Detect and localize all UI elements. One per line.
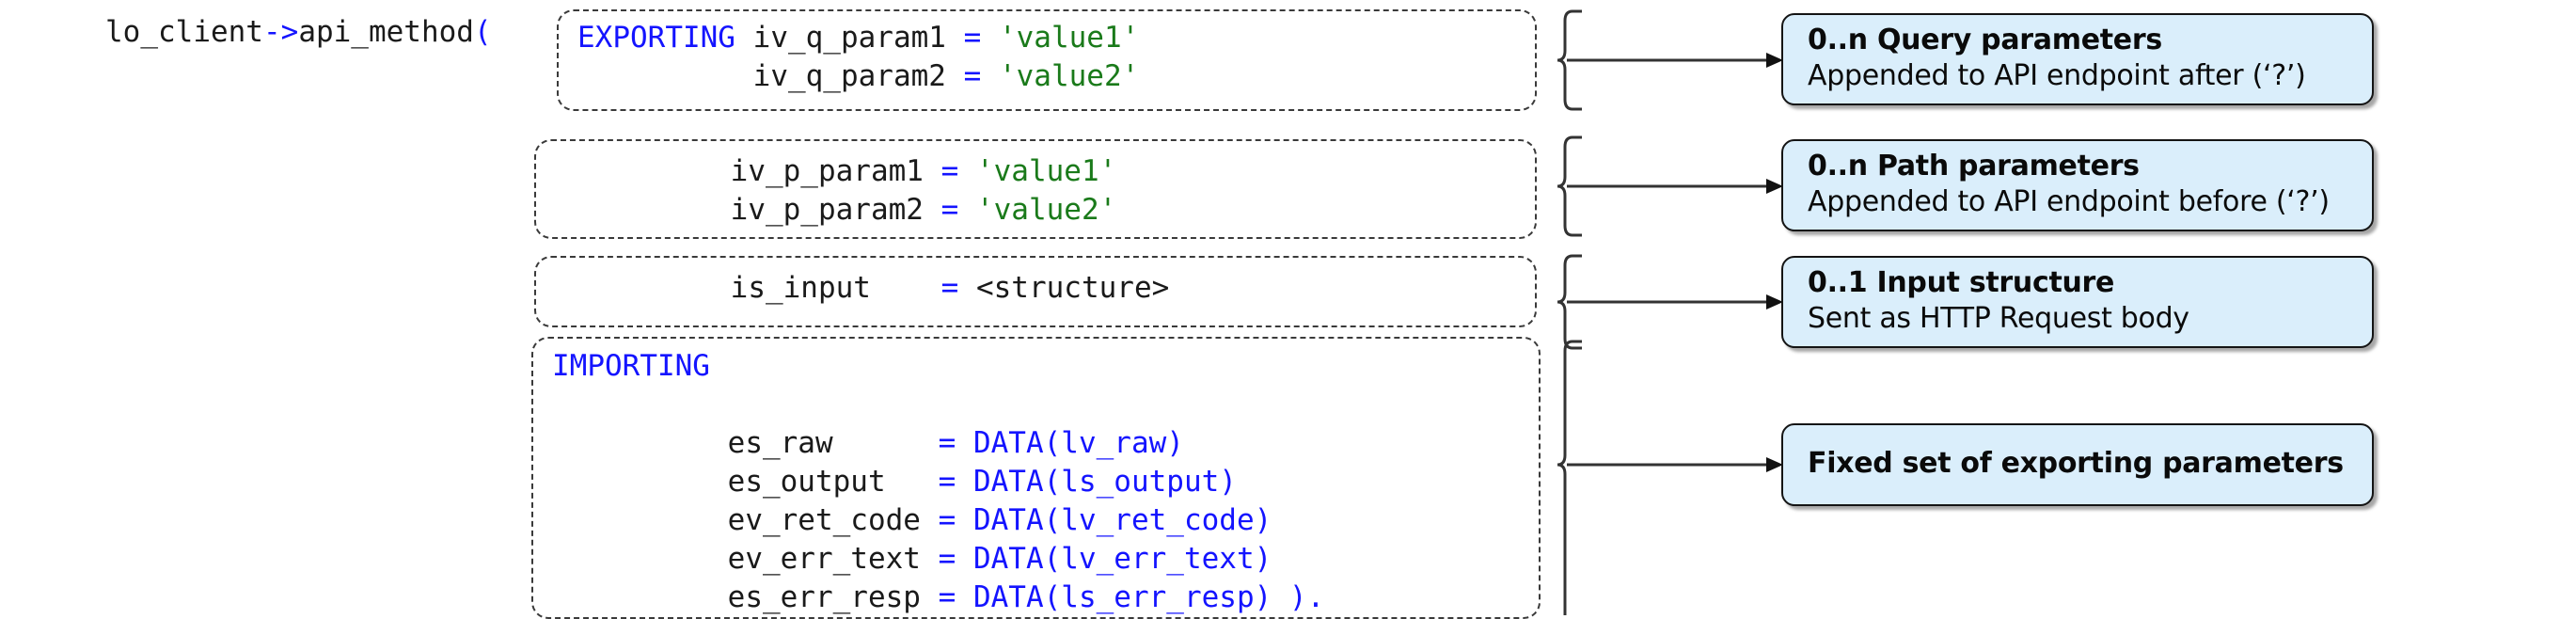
param-name-ev-ret-code: ev_ret_code	[727, 503, 921, 537]
operator-assign: =	[938, 580, 956, 614]
param-name-es-output: es_output	[727, 465, 886, 499]
callout-title: Fixed set of exporting parameters	[1808, 447, 2344, 480]
code-lines-query: EXPORTING iv_q_param1 = 'value1' EXPORTI…	[577, 19, 1139, 96]
param-value-data-lv-ret-code: DATA(lv_ret_code)	[972, 503, 1272, 537]
operator-assign: =	[963, 59, 982, 93]
code-lines-path: EXPORTING iv_p_param1 = 'value1' EXPORTI…	[555, 152, 1117, 230]
operator-assign: =	[938, 426, 956, 460]
callout-title: 0..n Query parameters	[1808, 24, 2162, 56]
param-value-1: 'value1'	[998, 21, 1140, 55]
param-name-es-err-resp: es_err_resp	[727, 580, 921, 614]
operator-assign: =	[940, 271, 959, 305]
receiver-variable: lo_client	[105, 15, 263, 49]
operator-assign: =	[963, 21, 982, 55]
operator-assign: =	[938, 503, 956, 537]
param-name-is-input: is_input	[730, 271, 871, 305]
operator-assign: =	[938, 465, 956, 499]
callout-path-parameters: 0..n Path parameters Appended to API end…	[1781, 139, 2374, 231]
curly-brace-icon	[1557, 254, 1582, 350]
param-name-es-raw: es_raw	[727, 426, 833, 460]
callout-subtitle: Sent as HTTP Request body	[1808, 302, 2189, 335]
param-name-iv-p-param1: iv_p_param1	[730, 154, 924, 188]
callout-query-parameters: 0..n Query parameters Appended to API en…	[1781, 13, 2374, 105]
code-block-input-structure: EXPORTING is_input = <structure>	[534, 256, 1537, 327]
param-name-iv-q-param1: iv_q_param1	[752, 21, 946, 55]
operator-assign: =	[940, 154, 959, 188]
code-block-importing-parameters: IMPORTING EXPORTING es_raw = DATA(lv_raw…	[531, 337, 1541, 619]
connector-input	[1557, 252, 1796, 352]
code-block-query-parameters: EXPORTING iv_q_param1 = 'value1' EXPORTI…	[557, 9, 1537, 111]
param-value-data-ls-output: DATA(ls_output)	[972, 465, 1237, 499]
diagram-canvas: lo_client->api_method( EXPORTING iv_q_pa…	[0, 0, 2576, 619]
param-value-1: 'value1'	[975, 154, 1117, 188]
callout-subtitle: Appended to API endpoint after (‘?’)	[1808, 59, 2306, 92]
callout-title: 0..1 Input structure	[1808, 266, 2115, 299]
operator-assign: =	[938, 542, 956, 576]
callout-input-structure: 0..1 Input structure Sent as HTTP Reques…	[1781, 256, 2374, 348]
code-lines-input: EXPORTING is_input = <structure>	[555, 269, 1170, 308]
connector-path	[1557, 134, 1796, 239]
callout-subtitle: Appended to API endpoint before (‘?’)	[1808, 185, 2330, 218]
callout-title: 0..n Path parameters	[1808, 150, 2140, 183]
connector-fixed	[1557, 339, 1796, 615]
connector-query	[1557, 6, 1796, 115]
keyword-exporting: EXPORTING	[577, 21, 735, 55]
curly-brace-icon	[1557, 9, 1582, 111]
param-value-data-lv-raw: DATA(lv_raw)	[972, 426, 1184, 460]
method-name: api_method	[298, 15, 474, 49]
operator-assign: =	[940, 193, 959, 227]
param-value-data-ls-err-resp: DATA(ls_err_resp)	[972, 580, 1272, 614]
code-lines-import: IMPORTING EXPORTING es_raw = DATA(lv_raw…	[552, 347, 1324, 617]
callout-fixed-exporting-parameters: Fixed set of exporting parameters	[1781, 423, 2374, 506]
param-value-2: 'value2'	[998, 59, 1140, 93]
keyword-importing: IMPORTING	[552, 349, 710, 383]
deref-arrow-icon: ->	[262, 15, 299, 49]
param-name-iv-q-param2: iv_q_param2	[752, 59, 946, 93]
curly-brace-icon	[1557, 135, 1582, 237]
curly-brace-icon	[1557, 340, 1582, 615]
param-value-data-lv-err-text: DATA(lv_err_text)	[972, 542, 1272, 576]
param-name-iv-p-param2: iv_p_param2	[730, 193, 924, 227]
param-value-2: 'value2'	[975, 193, 1117, 227]
method-call-prefix: lo_client->api_method(	[105, 13, 492, 52]
param-name-ev-err-text: ev_err_text	[727, 542, 921, 576]
param-value-structure: <structure>	[975, 271, 1170, 305]
code-block-path-parameters: EXPORTING iv_p_param1 = 'value1' EXPORTI…	[534, 139, 1537, 239]
statement-terminator: ).	[1272, 580, 1325, 614]
open-paren: (	[473, 15, 492, 49]
